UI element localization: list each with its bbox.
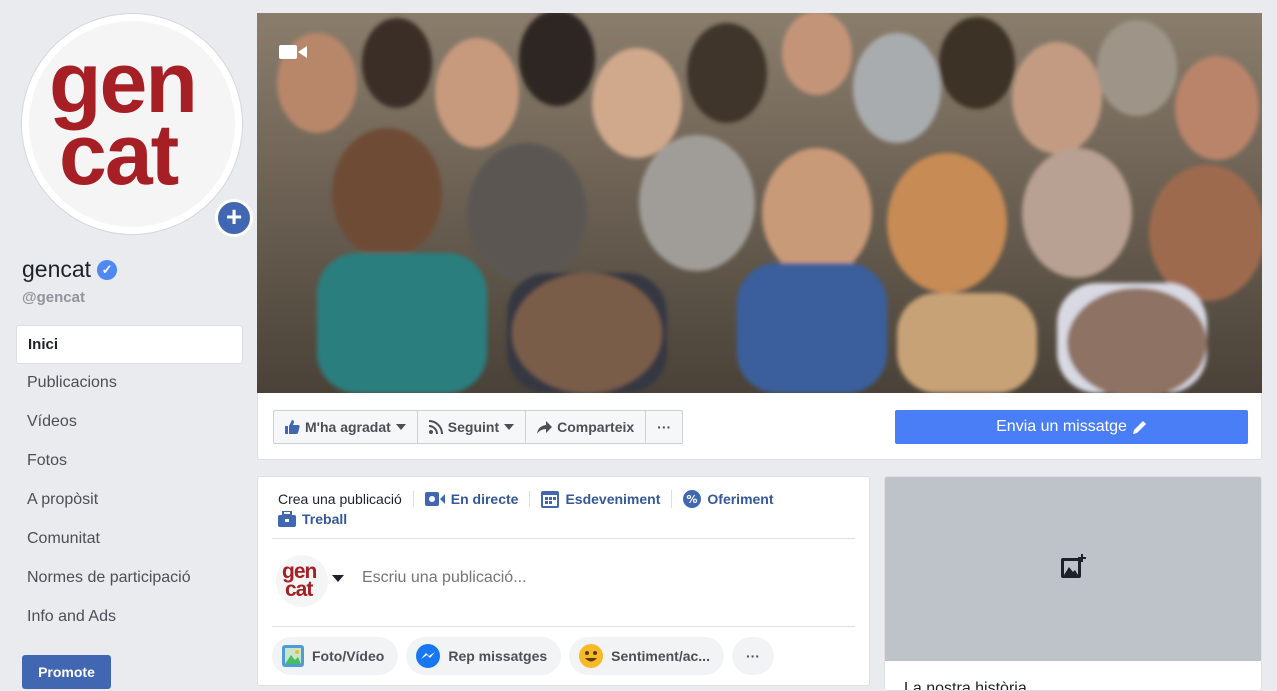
follow-label: Seguint — [447, 419, 500, 435]
photo-icon — [282, 645, 304, 667]
like-label: M'ha agradat — [305, 419, 391, 435]
percent-badge-icon: % — [683, 490, 702, 508]
mini-logo-line-2: cat — [285, 578, 313, 601]
share-arrow-icon — [537, 420, 553, 434]
nav-item-info-ads[interactable]: Info and Ads — [16, 598, 243, 637]
profile-picture[interactable]: gen cat + — [22, 14, 253, 237]
composer-avatar[interactable]: gen cat — [276, 555, 328, 607]
briefcase-icon — [278, 511, 296, 527]
feeling-activity-button[interactable]: Sentiment/ac... — [569, 637, 724, 675]
thumbs-up-icon — [285, 420, 300, 434]
send-message-button[interactable]: Envia un missatge — [895, 410, 1248, 444]
chevron-down-icon — [504, 424, 515, 430]
composer-tabs: Crea una publicació En directe Esdevenim… — [278, 489, 858, 529]
share-button[interactable]: Comparteix — [526, 411, 647, 443]
more-options-button[interactable]: ··· — [731, 637, 774, 675]
tab-offer-label: Oferiment — [707, 491, 774, 507]
get-messages-button[interactable]: Rep missatges — [406, 637, 562, 675]
send-message-label: Envia un missatge — [996, 418, 1127, 435]
pencil-icon — [1132, 421, 1146, 434]
chevron-down-icon — [395, 424, 406, 430]
get-messages-label: Rep missatges — [448, 648, 548, 664]
tab-offer[interactable]: % Oferiment — [683, 490, 784, 508]
page-title[interactable]: gencat ✓ — [22, 256, 118, 283]
photo-video-button[interactable]: Foto/Vídeo — [272, 637, 399, 675]
post-input[interactable] — [362, 569, 842, 587]
divider — [272, 626, 855, 627]
logo-line-2: cat — [59, 107, 179, 203]
page-action-bar: M'ha agradat Seguint Comparteix ··· Envi… — [257, 393, 1262, 460]
tab-create-post[interactable]: Crea una publicació — [278, 491, 414, 507]
story-photo-placeholder[interactable] — [885, 477, 1261, 661]
like-button[interactable]: M'ha agradat — [274, 411, 418, 443]
page-handle[interactable]: @gencat — [22, 289, 85, 306]
story-title: La nostra història — [904, 680, 1027, 691]
caret-down-icon[interactable] — [332, 575, 344, 582]
video-camera-icon[interactable] — [279, 43, 307, 61]
cover-photo[interactable] — [257, 13, 1262, 393]
nav-item-inici[interactable]: Inici — [16, 325, 243, 364]
svg-text:%: % — [687, 493, 698, 506]
crowd-cover-image — [257, 13, 1262, 393]
post-composer: Crea una publicació En directe Esdevenim… — [257, 476, 870, 686]
nav-item-fotos[interactable]: Fotos — [16, 442, 243, 481]
more-button[interactable]: ··· — [646, 411, 682, 443]
photo-video-label: Foto/Vídeo — [312, 648, 385, 664]
add-photo-icon[interactable] — [1061, 554, 1087, 578]
tab-event-label: Esdeveniment — [565, 491, 661, 507]
live-video-icon — [424, 492, 445, 506]
nav-item-normes[interactable]: Normes de participació — [16, 559, 243, 598]
left-column: gen cat + gencat ✓ @gencat Inici Publica… — [0, 0, 253, 691]
page-name-text: gencat — [22, 256, 92, 282]
rss-icon — [428, 420, 443, 434]
nav-item-a-proposit[interactable]: A propòsit — [16, 481, 243, 520]
follow-button[interactable]: Seguint — [418, 411, 527, 443]
plus-icon[interactable]: + — [215, 199, 253, 237]
tab-event[interactable]: Esdeveniment — [541, 490, 673, 508]
nav-item-videos[interactable]: Vídeos — [16, 403, 243, 442]
messenger-icon — [416, 644, 441, 668]
page-actions-group: M'ha agradat Seguint Comparteix ··· — [273, 410, 684, 444]
page-nav: Inici Publicacions Vídeos Fotos A propòs… — [16, 325, 243, 637]
divider — [272, 538, 855, 539]
composer-actions: Foto/Vídeo Rep missatges Sentiment/ac...… — [272, 637, 774, 675]
promote-button[interactable]: Promote — [22, 655, 111, 689]
tab-live-label: En directe — [450, 491, 519, 507]
profile-logo: gen cat — [29, 21, 235, 227]
calendar-icon — [541, 491, 560, 508]
nav-item-publicacions[interactable]: Publicacions — [16, 364, 243, 403]
tab-job[interactable]: Treball — [278, 511, 358, 527]
tab-job-label: Treball — [302, 511, 348, 527]
tab-live[interactable]: En directe — [424, 491, 531, 507]
our-story-card: La nostra història — [884, 476, 1262, 691]
nav-item-comunitat[interactable]: Comunitat — [16, 520, 243, 559]
feeling-activity-label: Sentiment/ac... — [611, 648, 710, 664]
share-label: Comparteix — [557, 419, 635, 435]
verified-check-icon: ✓ — [97, 259, 118, 280]
smiley-icon — [579, 644, 604, 668]
